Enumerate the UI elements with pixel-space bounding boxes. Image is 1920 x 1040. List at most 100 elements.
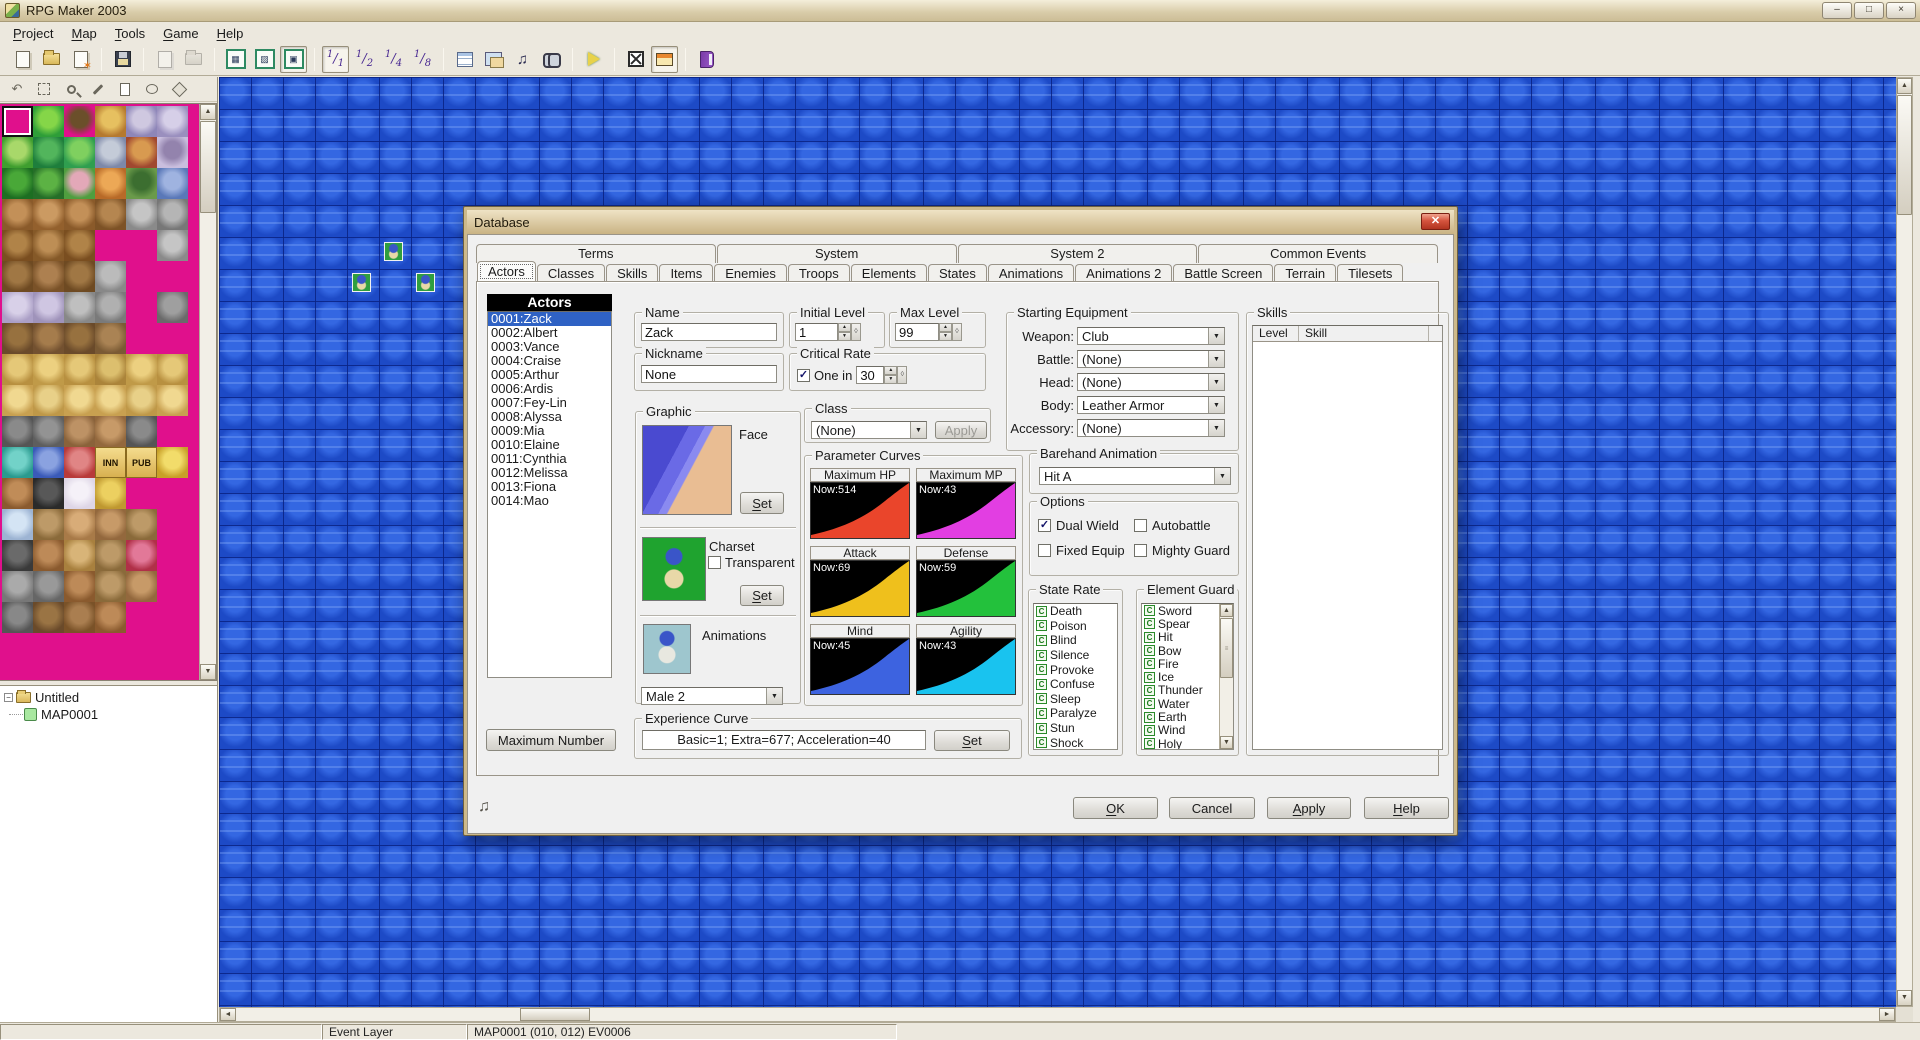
palette-tile[interactable] xyxy=(95,571,126,602)
show-title-button[interactable] xyxy=(651,46,678,73)
palette-tile[interactable] xyxy=(2,292,33,323)
palette-tile[interactable] xyxy=(157,137,188,168)
palette-tile[interactable] xyxy=(64,106,95,137)
dialog-close-button[interactable]: ✕ xyxy=(1421,213,1450,230)
initial-level-input[interactable] xyxy=(795,323,838,341)
actor-list-item[interactable]: 0003:Vance xyxy=(488,340,611,354)
palette-scroll-thumb[interactable] xyxy=(200,121,216,213)
cancel-button[interactable]: Cancel xyxy=(1169,797,1255,819)
curve-chart[interactable]: Now:69 xyxy=(810,560,910,617)
palette-tile[interactable] xyxy=(95,199,126,230)
palette-tile[interactable] xyxy=(64,633,95,664)
curve-cell-mind[interactable]: MindNow:45 xyxy=(810,624,910,695)
tab-animations-2[interactable]: Animations 2 xyxy=(1075,264,1172,282)
palette-tile[interactable] xyxy=(95,323,126,354)
palette-tile[interactable] xyxy=(95,261,126,292)
max-level-extra-button[interactable]: ◊ xyxy=(952,323,962,341)
palette-tile[interactable] xyxy=(95,478,126,509)
chevron-down-icon[interactable]: ▼ xyxy=(1208,374,1224,390)
checkbox-icon[interactable] xyxy=(1038,544,1051,557)
actor-list-item[interactable]: 0008:Alyssa xyxy=(488,410,611,424)
resource-manager-button[interactable] xyxy=(480,46,507,73)
scroll-right-icon[interactable]: ► xyxy=(1879,1008,1895,1021)
face-image[interactable] xyxy=(642,425,732,515)
fill-icon[interactable] xyxy=(170,80,188,98)
chevron-down-icon[interactable]: ▼ xyxy=(1208,420,1224,436)
option-fixed-equip[interactable]: Fixed Equip xyxy=(1038,543,1134,558)
critical-rate-input[interactable] xyxy=(856,366,884,384)
palette-tile[interactable] xyxy=(126,416,157,447)
maximize-button[interactable]: □ xyxy=(1854,2,1884,19)
curve-chart[interactable]: Now:59 xyxy=(916,560,1016,617)
menu-game[interactable]: Game xyxy=(154,24,207,43)
tab-troops[interactable]: Troops xyxy=(788,264,850,282)
tree-item-untitled[interactable]: −Untitled xyxy=(2,689,215,706)
palette-tile[interactable] xyxy=(2,478,33,509)
palette-tile[interactable] xyxy=(33,354,64,385)
test-play-button[interactable] xyxy=(580,46,607,73)
palette-tile[interactable] xyxy=(33,199,64,230)
tree-item-map0001[interactable]: MAP0001 xyxy=(2,706,215,723)
checkbox-icon[interactable] xyxy=(1134,519,1147,532)
actor-list-item[interactable]: 0006:Ardis xyxy=(488,382,611,396)
equipment-select-head[interactable]: (None)▼ xyxy=(1077,373,1225,391)
palette-tile[interactable] xyxy=(2,261,33,292)
palette-tile[interactable] xyxy=(33,261,64,292)
statelist-item[interactable]: CSleep xyxy=(1034,692,1117,707)
palette-tile[interactable] xyxy=(95,540,126,571)
database-button[interactable] xyxy=(451,46,478,73)
open-project-button[interactable] xyxy=(38,46,65,73)
max-level-input[interactable] xyxy=(895,323,939,341)
tab-elements[interactable]: Elements xyxy=(851,264,927,282)
curve-cell-attack[interactable]: AttackNow:69 xyxy=(810,546,910,617)
palette-tile[interactable] xyxy=(126,292,157,323)
chevron-down-icon[interactable]: ▼ xyxy=(1208,397,1224,413)
actor-list-item[interactable]: 0013:Fiona xyxy=(488,480,611,494)
skills-column-skill[interactable]: Skill xyxy=(1299,326,1429,341)
map-horizontal-scrollbar[interactable]: ◄ ► xyxy=(219,1007,1896,1022)
curve-chart[interactable]: Now:43 xyxy=(916,482,1016,539)
copy-button[interactable] xyxy=(151,46,178,73)
charset-image[interactable] xyxy=(642,537,706,601)
tab-battle-screen[interactable]: Battle Screen xyxy=(1173,264,1273,282)
palette-tile[interactable] xyxy=(157,354,188,385)
palette-tile[interactable] xyxy=(64,137,95,168)
checkbox-icon[interactable] xyxy=(1134,544,1147,557)
zoom-1-2-button[interactable]: 1/2 xyxy=(351,46,378,73)
face-set-button[interactable]: Set xyxy=(740,492,784,514)
palette-tile[interactable] xyxy=(64,385,95,416)
map-event[interactable] xyxy=(384,242,403,261)
ellipse-icon[interactable] xyxy=(143,80,161,98)
map-event[interactable] xyxy=(416,273,435,292)
upper-layer-button[interactable]: ▨ xyxy=(251,46,278,73)
palette-tile[interactable] xyxy=(126,354,157,385)
actor-list-item[interactable]: 0011:Cynthia xyxy=(488,452,611,466)
palette-tile[interactable] xyxy=(157,292,188,323)
animations-image[interactable] xyxy=(643,624,691,674)
close-project-button[interactable]: ✶ xyxy=(67,46,94,73)
palette-tile[interactable] xyxy=(2,509,33,540)
palette-tile[interactable] xyxy=(126,106,157,137)
palette-tile[interactable] xyxy=(157,385,188,416)
palette-tile[interactable] xyxy=(157,106,188,137)
palette-tile[interactable] xyxy=(157,416,188,447)
new-project-button[interactable] xyxy=(9,46,36,73)
chevron-down-icon[interactable]: ▼ xyxy=(1208,328,1224,344)
palette-tile[interactable] xyxy=(95,168,126,199)
option-dual-wield[interactable]: ✓Dual Wield xyxy=(1038,518,1134,533)
nickname-input[interactable] xyxy=(641,365,777,383)
palette-tile[interactable] xyxy=(64,199,95,230)
palette-tile[interactable] xyxy=(33,230,64,261)
name-input[interactable] xyxy=(641,323,777,341)
equipment-select-weapon[interactable]: Club▼ xyxy=(1077,327,1225,345)
palette-tile[interactable] xyxy=(64,447,95,478)
palette-tile[interactable] xyxy=(64,540,95,571)
palette-tile[interactable] xyxy=(157,168,188,199)
palette-tile[interactable] xyxy=(2,354,33,385)
tree-expander-icon[interactable]: − xyxy=(4,693,13,702)
palette-tile[interactable] xyxy=(157,509,188,540)
rectangle-icon[interactable] xyxy=(116,80,134,98)
scroll-left-icon[interactable]: ◄ xyxy=(220,1008,236,1021)
actor-list-item[interactable]: 0012:Melissa xyxy=(488,466,611,480)
critical-rate-spinner[interactable]: ▲▼ xyxy=(884,366,897,384)
